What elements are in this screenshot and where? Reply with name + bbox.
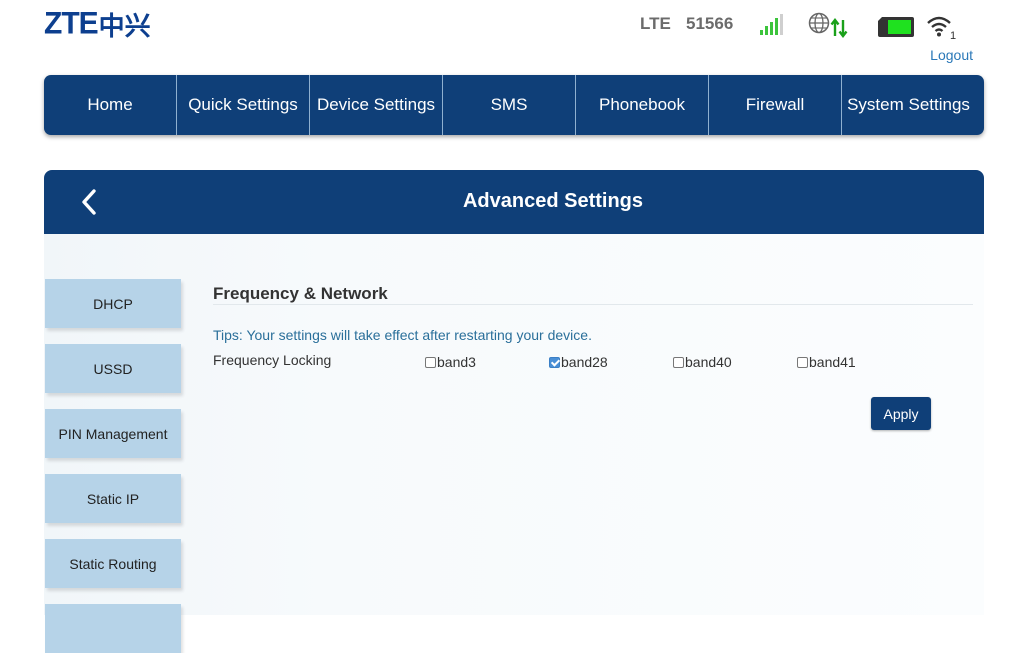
tips-text: Tips: Your settings will take effect aft… xyxy=(213,327,592,343)
band28-checkbox[interactable] xyxy=(549,356,560,368)
logo-chinese: 中兴 xyxy=(98,11,151,42)
band41-checkbox[interactable] xyxy=(797,356,808,368)
zte-logo: ZTE 中兴 xyxy=(44,6,151,42)
wifi-client-count: 1 xyxy=(950,30,956,40)
side-menu-ussd[interactable]: USSD xyxy=(45,344,181,393)
band40-label: band40 xyxy=(685,354,732,370)
nav-sms[interactable]: SMS xyxy=(443,75,576,135)
panel-body: DHCP USSD PIN Management Static IP Stati… xyxy=(44,234,984,653)
nav-system-settings[interactable]: System Settings xyxy=(842,75,975,135)
nav-home[interactable]: Home xyxy=(44,75,177,135)
nav-device-settings[interactable]: Device Settings xyxy=(310,75,443,135)
band3-option[interactable]: band3 xyxy=(425,354,476,370)
nav-quick-settings[interactable]: Quick Settings xyxy=(177,75,310,135)
section-title: Frequency & Network xyxy=(213,284,388,303)
side-menu-dhcp[interactable]: DHCP xyxy=(45,279,181,328)
band3-label: band3 xyxy=(437,354,476,370)
network-type: LTE xyxy=(640,14,671,33)
band40-option[interactable]: band40 xyxy=(673,354,732,370)
page-title: Advanced Settings xyxy=(462,190,644,212)
main-nav: Home Quick Settings Device Settings SMS … xyxy=(44,75,984,135)
battery-icon xyxy=(878,17,914,37)
wifi-icon: 1 xyxy=(927,16,956,40)
side-menu-static-ip[interactable]: Static IP xyxy=(45,474,181,523)
band40-checkbox[interactable] xyxy=(673,356,684,368)
nav-firewall[interactable]: Firewall xyxy=(709,75,842,135)
nav-phonebook[interactable]: Phonebook xyxy=(576,75,709,135)
band41-option[interactable]: band41 xyxy=(797,354,856,370)
logo-latin: ZTE xyxy=(44,6,99,41)
band41-label: band41 xyxy=(809,354,856,370)
operator-name: 51566 xyxy=(686,14,734,33)
band3-checkbox[interactable] xyxy=(425,356,436,368)
globe-data-icon xyxy=(808,12,848,38)
apply-button[interactable]: Apply xyxy=(871,397,931,430)
logout-link[interactable]: Logout xyxy=(930,47,973,63)
section-divider xyxy=(213,304,973,305)
band28-label: band28 xyxy=(561,354,608,370)
band28-option[interactable]: band28 xyxy=(549,354,608,370)
panel-header: Advanced Settings xyxy=(44,170,984,234)
side-menu-pin-management[interactable]: PIN Management xyxy=(45,409,181,458)
frequency-locking-label: Frequency Locking xyxy=(213,352,332,368)
side-menu-more[interactable] xyxy=(45,604,181,653)
signal-bars-icon xyxy=(760,14,783,35)
side-menu-static-routing[interactable]: Static Routing xyxy=(45,539,181,588)
